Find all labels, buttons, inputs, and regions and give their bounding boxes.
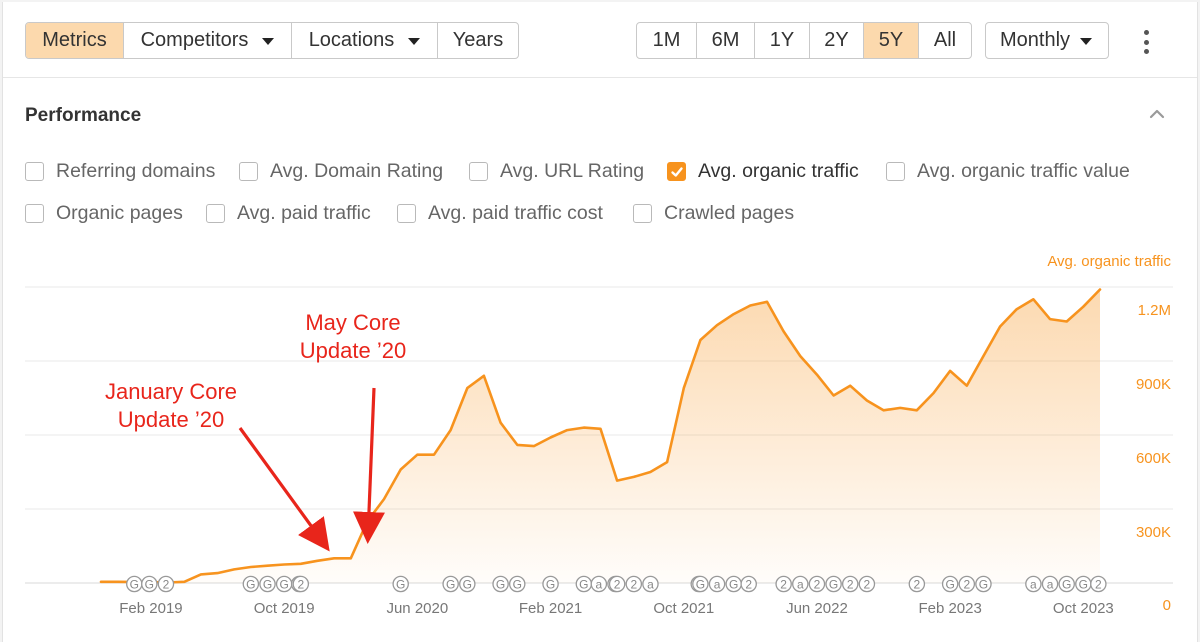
update-marker-label: a [714, 578, 721, 592]
update-marker-label: a [596, 578, 603, 592]
update-marker: G [542, 575, 559, 593]
update-marker-label: G [546, 578, 555, 592]
annotation-may-core-update: May Core [305, 310, 400, 335]
update-marker: G [1058, 575, 1075, 593]
update-marker: 2 [958, 575, 976, 593]
update-marker: 2 [858, 575, 876, 593]
x-tick-label: Feb 2019 [119, 600, 182, 617]
update-marker: 2 [608, 575, 626, 593]
x-tick-label: Jun 2022 [786, 600, 848, 617]
y-tick-label: 0 [1163, 597, 1171, 614]
update-marker: G [508, 575, 526, 593]
update-marker-label: G [130, 578, 139, 592]
update-marker-label: G [729, 578, 738, 592]
update-marker-label: 2 [780, 578, 787, 592]
update-marker-label: 2 [914, 578, 921, 592]
update-marker: G [259, 575, 276, 593]
update-marker: a [792, 575, 809, 593]
update-marker-label: a [797, 578, 804, 592]
update-marker-label: G [145, 578, 154, 592]
update-marker: 2 [775, 575, 792, 593]
update-marker-label: G [496, 578, 505, 592]
series-area-fill [101, 289, 1100, 583]
annotation-may-core-update: Update ’20 [300, 338, 406, 363]
update-marker: G [126, 575, 143, 593]
update-marker: 2 [157, 575, 175, 593]
area-layer [99, 288, 1102, 584]
update-marker: a [642, 575, 659, 593]
update-marker-label: a [1030, 578, 1037, 592]
update-marker-label: G [829, 578, 838, 592]
update-marker-label: G [979, 578, 988, 592]
update-marker: G [442, 575, 459, 593]
update-marker: G [692, 575, 709, 593]
update-marker-label: 2 [847, 578, 854, 592]
update-marker-label: 2 [163, 578, 170, 592]
update-marker-label: 2 [864, 578, 871, 592]
update-marker: G [242, 575, 260, 593]
y-tick-label: 600K [1136, 450, 1171, 467]
update-marker: G [725, 575, 742, 593]
update-marker-label: G [579, 578, 588, 592]
annotation-january-core-update: Update ’20 [118, 407, 224, 432]
organic-traffic-chart: GG2GGGG2GGGGGGGa522a3GaG22a2G222G2GaaGG2… [25, 253, 1173, 617]
annotation-january-core-update: January Core [105, 379, 237, 404]
y-tick-label: 900K [1136, 376, 1171, 393]
x-tick-label: Feb 2021 [519, 600, 582, 617]
x-tick-label: Oct 2023 [1053, 600, 1114, 617]
update-marker: G [392, 575, 409, 593]
update-marker: 2 [1090, 575, 1107, 593]
update-marker: G [275, 575, 293, 593]
update-marker: a [708, 575, 726, 593]
update-marker: 2 [292, 575, 310, 593]
update-marker: G [141, 575, 158, 593]
update-marker: 2 [842, 575, 859, 593]
update-marker: a [1025, 575, 1042, 593]
update-marker-label: G [1079, 578, 1088, 592]
update-marker-label: G [1062, 578, 1071, 592]
update-marker-label: 2 [630, 578, 637, 592]
update-marker-label: G [446, 578, 455, 592]
update-marker: 2 [625, 575, 643, 593]
x-tick-label: Oct 2021 [653, 600, 714, 617]
update-marker-label: G [696, 578, 705, 592]
update-marker: G [975, 575, 992, 593]
update-marker-label: 2 [963, 578, 970, 592]
update-marker: G [1075, 575, 1092, 593]
x-tick-label: Feb 2023 [918, 600, 981, 617]
x-tick-label: Oct 2019 [254, 600, 315, 617]
update-marker-label: G [279, 578, 288, 592]
update-marker-label: G [396, 578, 405, 592]
update-marker-label: G [463, 578, 472, 592]
update-marker-label: G [246, 578, 255, 592]
update-marker: G [575, 575, 593, 593]
update-marker: 2 [908, 575, 926, 593]
y-tick-label: 300K [1136, 524, 1171, 541]
update-marker-label: G [945, 578, 954, 592]
annotation-arrow [238, 427, 330, 552]
y-axis-title: Avg. organic traffic [1047, 253, 1171, 270]
update-marker-label: 2 [1095, 578, 1102, 592]
update-marker: 2 [740, 575, 757, 593]
update-marker: a [590, 575, 608, 593]
update-marker: G [941, 575, 959, 593]
update-marker-label: 2 [814, 578, 821, 592]
update-marker: a [1041, 575, 1059, 593]
update-marker-label: a [1047, 578, 1054, 592]
annotation-layer: January Core Update ’20 May Core Update ’20 [105, 310, 406, 552]
update-marker-label: 2 [614, 578, 621, 592]
update-marker-label: 2 [745, 578, 752, 592]
update-marker-label: a [647, 578, 654, 592]
y-tick-label: 1.2M [1138, 302, 1171, 319]
update-marker-label: 2 [297, 578, 304, 592]
update-marker: G [825, 575, 842, 593]
update-marker-label: G [263, 578, 272, 592]
app-frame: Metrics Competitors Locations Years 1M 6… [2, 2, 1198, 642]
update-marker-label: G [513, 578, 522, 592]
update-marker: 2 [808, 575, 826, 593]
update-marker: G [459, 575, 476, 593]
x-tick-label: Jun 2020 [386, 600, 448, 617]
update-marker: G [492, 575, 509, 593]
